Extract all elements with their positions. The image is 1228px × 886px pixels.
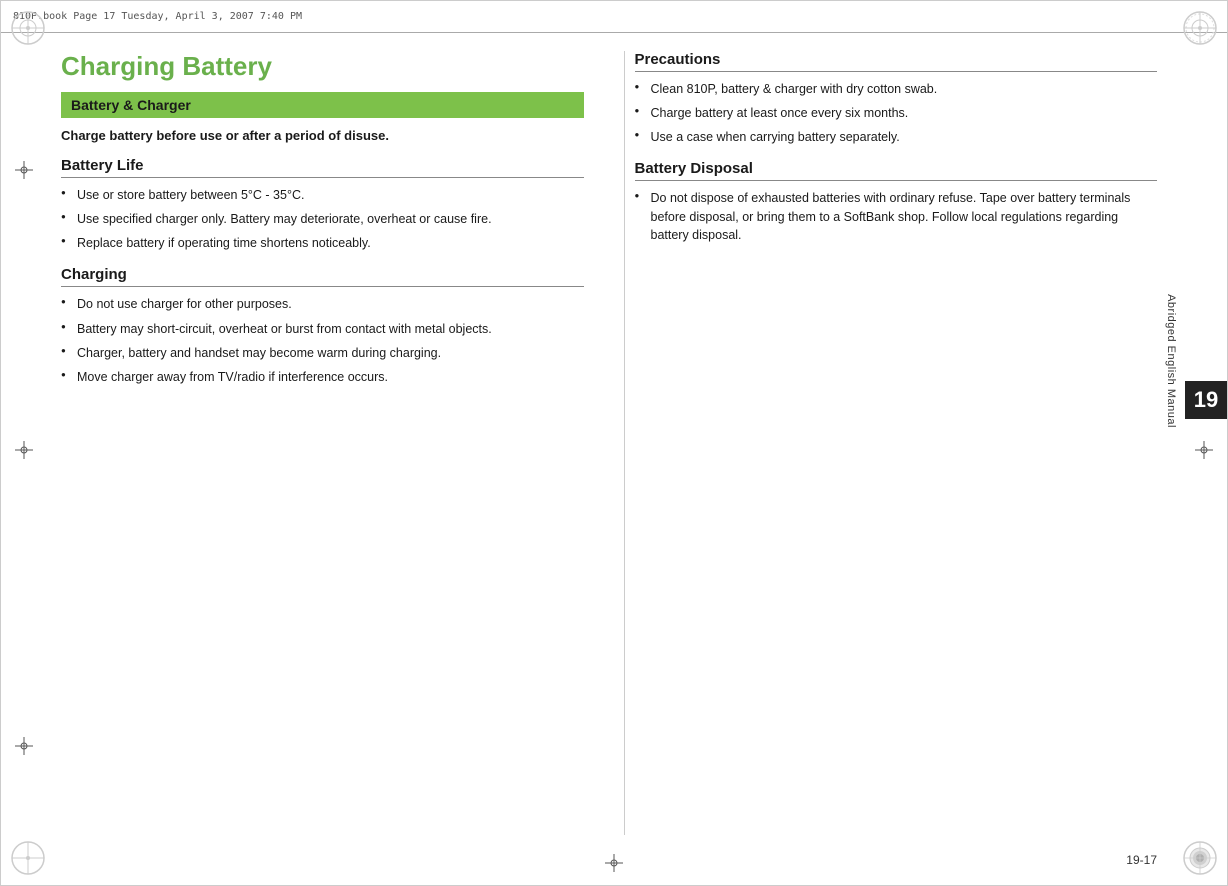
list-item: Clean 810P, battery & charger with dry c… [635, 80, 1158, 98]
bottom-page-number: 19-17 [1126, 853, 1157, 867]
marker-left-top [15, 161, 33, 179]
corner-decoration-bl [9, 839, 47, 877]
battery-life-header: Battery Life [61, 157, 584, 178]
marker-right-mid [1195, 441, 1213, 459]
list-item: Use specified charger only. Battery may … [61, 210, 584, 228]
corner-decoration-tl [9, 9, 47, 47]
list-item: Charge battery at least once every six m… [635, 104, 1158, 122]
left-column: Charging Battery Battery & Charger Charg… [61, 51, 594, 835]
page-title: Charging Battery [61, 51, 584, 82]
precautions-list: Clean 810P, battery & charger with dry c… [635, 80, 1158, 146]
page-container: 810P.book Page 17 Tuesday, April 3, 2007… [0, 0, 1228, 886]
list-item: Use a case when carrying battery separat… [635, 128, 1158, 146]
top-bar: 810P.book Page 17 Tuesday, April 3, 2007… [1, 1, 1227, 33]
battery-charger-banner: Battery & Charger [61, 92, 584, 118]
marker-left-mid [15, 441, 33, 459]
list-item: Move charger away from TV/radio if inter… [61, 368, 584, 386]
battery-life-list: Use or store battery between 5°C - 35°C.… [61, 186, 584, 252]
list-item: Use or store battery between 5°C - 35°C. [61, 186, 584, 204]
side-label-wrap: Abridged English Manual [1163, 251, 1179, 471]
right-column: Precautions Clean 810P, battery & charge… [624, 51, 1158, 835]
marker-left-bot [15, 737, 33, 755]
list-item: Replace battery if operating time shorte… [61, 234, 584, 252]
battery-disposal-header: Battery Disposal [635, 160, 1158, 181]
list-item: Charger, battery and handset may become … [61, 344, 584, 362]
battery-disposal-list: Do not dispose of exhausted batteries wi… [635, 189, 1158, 243]
charging-header: Charging [61, 266, 584, 287]
topbar-text: 810P.book Page 17 Tuesday, April 3, 2007… [13, 11, 302, 22]
bottom-center-crosshair [605, 854, 623, 875]
corner-decoration-tr [1181, 9, 1219, 47]
list-item: Do not use charger for other purposes. [61, 295, 584, 313]
content-area: Charging Battery Battery & Charger Charg… [61, 51, 1157, 835]
intro-text: Charge battery before use or after a per… [61, 128, 584, 143]
list-item: Battery may short-circuit, overheat or b… [61, 320, 584, 338]
precautions-header: Precautions [635, 51, 1158, 72]
side-label: Abridged English Manual [1165, 294, 1177, 428]
charging-list: Do not use charger for other purposes. B… [61, 295, 584, 386]
page-number-tab: 19 [1185, 381, 1227, 419]
list-item: Do not dispose of exhausted batteries wi… [635, 189, 1158, 243]
corner-decoration-br [1181, 839, 1219, 877]
